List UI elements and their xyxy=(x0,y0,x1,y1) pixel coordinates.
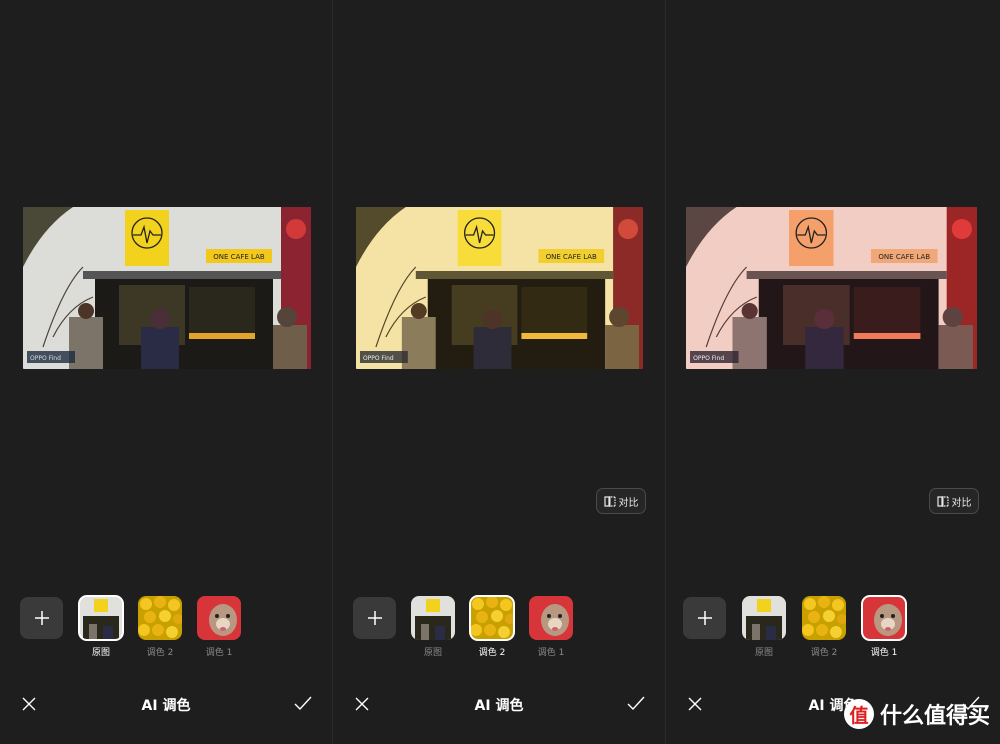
compare-button[interactable]: 对比 xyxy=(596,488,646,514)
thumb-tone1-image xyxy=(197,596,241,640)
add-button[interactable] xyxy=(353,597,396,639)
thumb-original-image xyxy=(79,596,123,640)
thumb-tone2[interactable] xyxy=(138,596,182,640)
panel-original: ONE CAFE LAB OPPO Find 原图 调色 2 调色 1 AI 调… xyxy=(0,0,332,744)
add-button[interactable] xyxy=(683,597,726,639)
thumb-tone1[interactable] xyxy=(197,596,241,640)
watermark-badge: 值 xyxy=(843,699,874,729)
thumb-label-tone1: 调色 1 xyxy=(205,648,233,658)
compare-icon xyxy=(603,495,616,507)
thumb-tone2[interactable] xyxy=(469,595,515,641)
compare-icon xyxy=(936,495,949,507)
sign-text: ONE CAFE LAB xyxy=(878,252,930,261)
photo-preview: ONE CAFE LAB OPPO Find xyxy=(23,207,311,369)
thumb-label-original: 原图 xyxy=(423,648,442,658)
panel-tone2: ONE CAFE LAB OPPO Find 对比 原图 调色 2 调色 1 A… xyxy=(333,0,665,744)
thumb-original[interactable] xyxy=(742,596,786,640)
thumb-label-tone1: 调色 1 xyxy=(870,648,898,658)
thumb-tone1[interactable] xyxy=(861,595,907,641)
thumb-label-tone2: 调色 2 xyxy=(810,648,838,658)
plus-icon xyxy=(367,611,382,625)
bottom-title: AI 调色 xyxy=(474,698,524,714)
compare-label: 对比 xyxy=(618,497,639,509)
thumb-tone2-image xyxy=(470,596,514,640)
camera-tag: OPPO Find xyxy=(30,355,61,362)
plus-icon xyxy=(34,611,49,625)
compare-button[interactable]: 对比 xyxy=(929,488,979,514)
thumb-original-image xyxy=(742,596,786,640)
bottom-title: AI 调色 xyxy=(141,698,191,714)
thumb-label-tone1: 调色 1 xyxy=(537,648,565,658)
thumb-original[interactable] xyxy=(411,596,455,640)
bottom-bar: AI 调色 xyxy=(0,690,332,720)
photo-preview: ONE CAFE LAB OPPO Find xyxy=(686,207,977,369)
thumb-label-original: 原图 xyxy=(91,648,110,658)
thumb-label-tone2: 调色 2 xyxy=(478,648,506,658)
sign-text: ONE CAFE LAB xyxy=(213,253,265,261)
thumb-label-tone2: 调色 2 xyxy=(146,648,174,658)
check-icon[interactable] xyxy=(627,696,645,711)
cafe-photo: ONE CAFE LAB OPPO Find xyxy=(356,207,643,369)
thumb-tone1[interactable] xyxy=(529,596,573,640)
thumb-tone2[interactable] xyxy=(802,596,846,640)
thumb-label-original: 原图 xyxy=(754,648,773,658)
cafe-photo: ONE CAFE LAB OPPO Find xyxy=(23,207,311,369)
thumb-tone2-image xyxy=(138,596,182,640)
photo-preview: ONE CAFE LAB OPPO Find xyxy=(356,207,643,369)
watermark-text: 什么值得买 xyxy=(879,704,990,729)
thumb-tone1-image xyxy=(862,596,906,640)
add-button[interactable] xyxy=(20,597,63,639)
thumb-tone2-image xyxy=(802,596,846,640)
plus-icon xyxy=(697,611,712,625)
thumb-tone1-image xyxy=(529,596,573,640)
sign-text: ONE CAFE LAB xyxy=(546,253,597,261)
watermark: 值 什么值得买 xyxy=(843,698,990,730)
bottom-bar: AI 调色 xyxy=(333,690,665,720)
thumb-original-image xyxy=(411,596,455,640)
cafe-photo: ONE CAFE LAB OPPO Find xyxy=(686,207,977,369)
thumb-original[interactable] xyxy=(78,595,124,641)
camera-tag: OPPO Find xyxy=(693,355,724,362)
panel-tone1: ONE CAFE LAB OPPO Find 对比 原图 调色 2 调色 1 A… xyxy=(666,0,1000,744)
compare-label: 对比 xyxy=(951,497,972,509)
check-icon[interactable] xyxy=(294,696,312,711)
camera-tag: OPPO Find xyxy=(363,355,394,362)
